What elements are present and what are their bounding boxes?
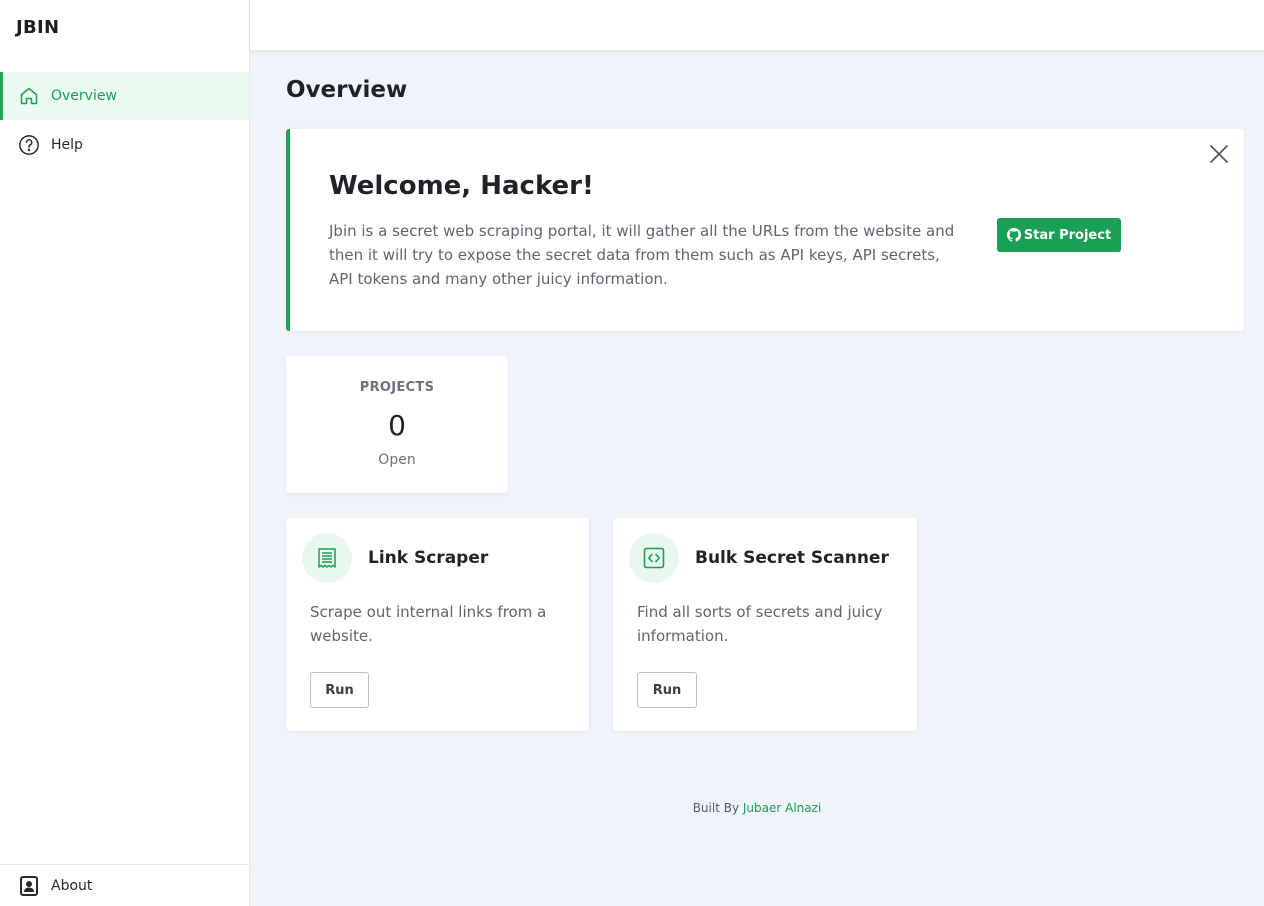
tool-title: Bulk Secret Scanner: [695, 548, 889, 568]
stat-value: 0: [388, 409, 406, 442]
footer: Built By Jubaer Alnazi: [250, 801, 1264, 815]
document-list-icon: [302, 533, 352, 583]
tool-card-link-scraper: Link Scraper Scrape out internal links f…: [286, 518, 589, 731]
tool-description: Scrape out internal links from a website…: [310, 603, 547, 645]
projects-stat-card: PROJECTS 0 Open: [286, 356, 508, 493]
run-button[interactable]: Run: [310, 672, 369, 708]
sidebar: JBIN Overview Help About: [0, 0, 250, 906]
tool-card-bulk-secret-scanner: Bulk Secret Scanner Find all sorts of se…: [613, 518, 917, 731]
home-icon: [18, 85, 40, 107]
sidebar-item-overview[interactable]: Overview: [0, 72, 249, 120]
contact-card-icon: [18, 875, 40, 897]
footer-prefix: Built By: [692, 801, 740, 815]
welcome-banner: Welcome, Hacker! Jbin is a secret web sc…: [286, 129, 1244, 331]
close-icon[interactable]: [1208, 143, 1230, 165]
stat-sub: Open: [378, 452, 416, 468]
stat-label: PROJECTS: [359, 380, 435, 395]
github-icon: [1006, 228, 1021, 242]
star-project-button[interactable]: Star Project: [997, 218, 1121, 252]
sidebar-item-label: Help: [51, 137, 83, 153]
top-bar: [250, 0, 1264, 51]
page-title: Overview: [286, 77, 408, 103]
sidebar-item-about[interactable]: About: [0, 864, 249, 906]
sidebar-item-label: About: [51, 877, 93, 894]
tool-title: Link Scraper: [368, 548, 489, 568]
brand-logo[interactable]: JBIN: [16, 17, 59, 38]
welcome-title: Welcome, Hacker!: [329, 171, 594, 201]
welcome-text: Jbin is a secret web scraping portal, it…: [329, 222, 955, 288]
run-button[interactable]: Run: [637, 672, 697, 708]
sidebar-item-help[interactable]: Help: [0, 121, 249, 169]
star-project-label: Star Project: [1023, 227, 1112, 243]
sidebar-item-label: Overview: [51, 88, 117, 104]
code-icon: [629, 533, 679, 583]
tool-description: Find all sorts of secrets and juicy info…: [637, 603, 883, 645]
help-circle-icon: [18, 134, 40, 156]
author-link[interactable]: Jubaer Alnazi: [743, 801, 821, 815]
